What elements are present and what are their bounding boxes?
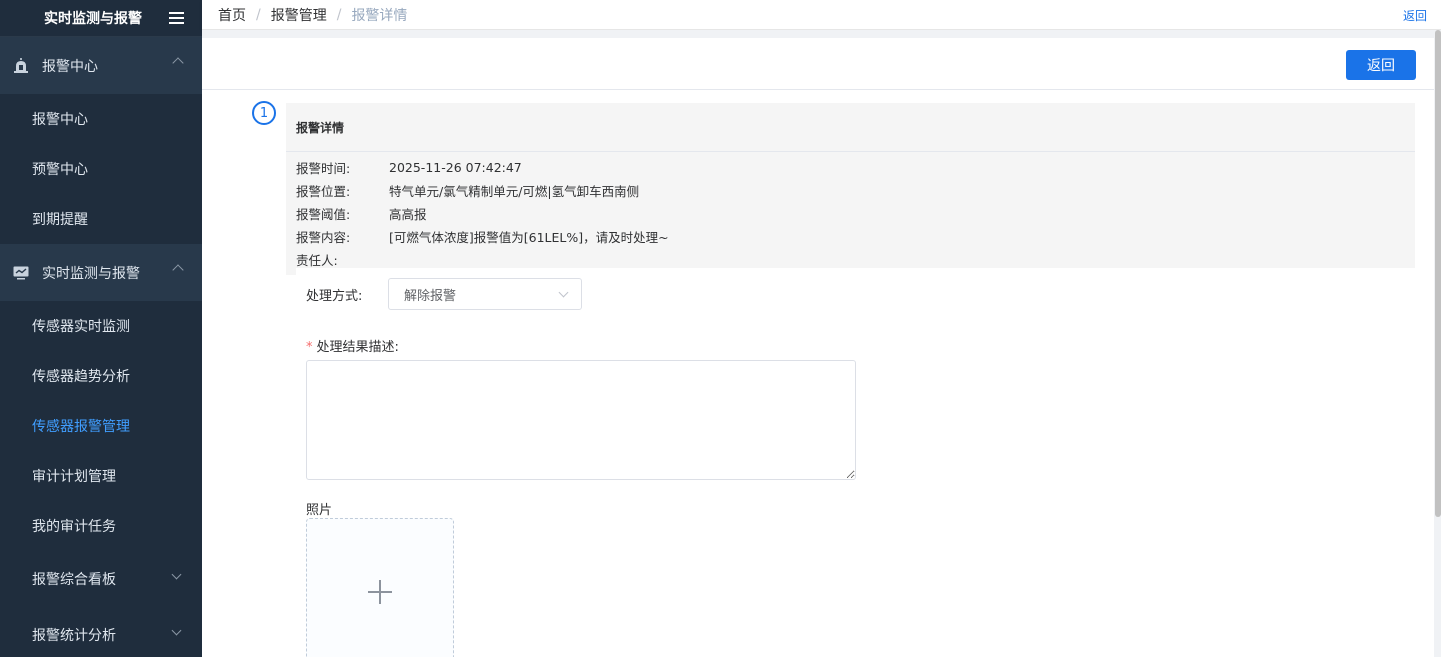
detail-value: 高高报: [389, 207, 427, 222]
detail-value: 特气单元/氯气精制单元/可燃|氢气卸车西南侧: [389, 184, 640, 199]
sidebar-item-alarm-center[interactable]: 报警中心: [0, 94, 202, 144]
detail-row-time: 报警时间: 2025-11-26 07:42:47: [296, 156, 1415, 179]
handling-form: 处理方式: 解除报警 * 处理结果描述: 照片: [296, 268, 1415, 657]
sidebar: 实时监测与报警 报警中心 报警中心 预警中心 到期提醒 实时监测与报警 传感器实…: [0, 0, 202, 657]
handling-method-label: 处理方式:: [306, 288, 363, 304]
alarm-detail-card: 报警详情 报警时间: 2025-11-26 07:42:47 报警位置: 特气单…: [286, 103, 1415, 275]
chevron-up-icon: [172, 264, 184, 276]
breadcrumb-home[interactable]: 首页: [218, 5, 246, 25]
select-value: 解除报警: [404, 288, 457, 304]
sidebar-title: 实时监测与报警: [44, 11, 142, 27]
sidebar-header: 实时监测与报警: [0, 0, 202, 37]
alarm-detail-title: 报警详情: [286, 103, 1415, 152]
detail-label: 报警阈值:: [296, 207, 351, 222]
step-indicator: 1: [252, 101, 276, 125]
required-asterisk: *: [306, 340, 313, 355]
result-description-text: 处理结果描述:: [316, 340, 399, 355]
sidebar-item-warning-center[interactable]: 预警中心: [0, 144, 202, 194]
breadcrumb-separator: /: [336, 6, 342, 23]
chevron-down-icon: [171, 569, 182, 580]
sidebar-item-my-audit-tasks[interactable]: 我的审计任务: [0, 501, 202, 551]
breadcrumb: 首页 / 报警管理 / 报警详情: [218, 5, 407, 25]
panel-header: 返回: [202, 38, 1434, 90]
sidebar-item-sensor-alarm-management[interactable]: 传感器报警管理: [0, 401, 202, 451]
main-content: 返回 1 报警详情 报警时间: 2025-11-26 07:42:47 报警位置…: [202, 30, 1441, 657]
sidebar-item-expiry-reminder[interactable]: 到期提醒: [0, 194, 202, 244]
chevron-up-icon: [172, 57, 184, 69]
top-navbar: 首页 / 报警管理 / 报警详情 返回: [202, 0, 1441, 30]
back-button[interactable]: 返回: [1346, 50, 1416, 80]
detail-row-threshold: 报警阈值: 高高报: [296, 202, 1415, 225]
photo-upload[interactable]: [306, 518, 454, 657]
detail-panel: 返回 1 报警详情 报警时间: 2025-11-26 07:42:47 报警位置…: [202, 38, 1434, 657]
sidebar-group-label: 报警中心: [42, 58, 98, 75]
detail-row-content: 报警内容: [可燃气体浓度]报警值为[61LEL%]，请及时处理~: [296, 225, 1415, 248]
detail-row-location: 报警位置: 特气单元/氯气精制单元/可燃|氢气卸车西南侧: [296, 179, 1415, 202]
detail-label: 报警内容:: [296, 230, 351, 245]
result-description-textarea[interactable]: [306, 360, 856, 480]
breadcrumb-separator: /: [256, 6, 261, 23]
chevron-down-icon: [558, 287, 569, 298]
scrollbar[interactable]: [1435, 30, 1441, 517]
detail-label: 报警时间:: [296, 161, 351, 176]
detail-value: 2025-11-26 07:42:47: [389, 160, 522, 175]
sidebar-item-label: 报警综合看板: [32, 572, 116, 588]
plus-icon: [368, 580, 392, 604]
breadcrumb-alarm-management[interactable]: 报警管理: [271, 5, 327, 25]
chevron-down-icon: [171, 625, 182, 636]
alarm-detail-fields: 报警时间: 2025-11-26 07:42:47 报警位置: 特气单元/氯气精…: [286, 152, 1415, 275]
sidebar-group-label: 实时监测与报警: [42, 265, 140, 282]
sidebar-item-alarm-dashboard[interactable]: 报警综合看板: [0, 551, 202, 607]
sidebar-item-alarm-statistics[interactable]: 报警统计分析: [0, 607, 202, 657]
sidebar-group-alarm-center[interactable]: 报警中心: [0, 37, 202, 94]
sidebar-group-monitoring[interactable]: 实时监测与报警: [0, 244, 202, 301]
sidebar-item-sensor-trend[interactable]: 传感器趋势分析: [0, 351, 202, 401]
result-description-label: * 处理结果描述:: [306, 336, 399, 355]
detail-label: 责任人:: [296, 253, 338, 268]
handling-method-row: 处理方式: 解除报警: [306, 278, 582, 310]
sidebar-item-audit-plan[interactable]: 审计计划管理: [0, 451, 202, 501]
sidebar-item-label: 报警统计分析: [32, 628, 116, 644]
alarm-light-icon: [12, 57, 30, 75]
sidebar-item-sensor-realtime[interactable]: 传感器实时监测: [0, 301, 202, 351]
photo-label: 照片: [306, 503, 333, 518]
back-link[interactable]: 返回: [1403, 7, 1427, 24]
monitor-chart-icon: [12, 264, 30, 282]
detail-value: [可燃气体浓度]报警值为[61LEL%]，请及时处理~: [389, 230, 669, 245]
breadcrumb-current: 报警详情: [351, 7, 408, 24]
handling-method-select[interactable]: 解除报警: [388, 278, 582, 310]
detail-label: 报警位置:: [296, 184, 351, 199]
hamburger-menu-icon[interactable]: [169, 12, 184, 24]
